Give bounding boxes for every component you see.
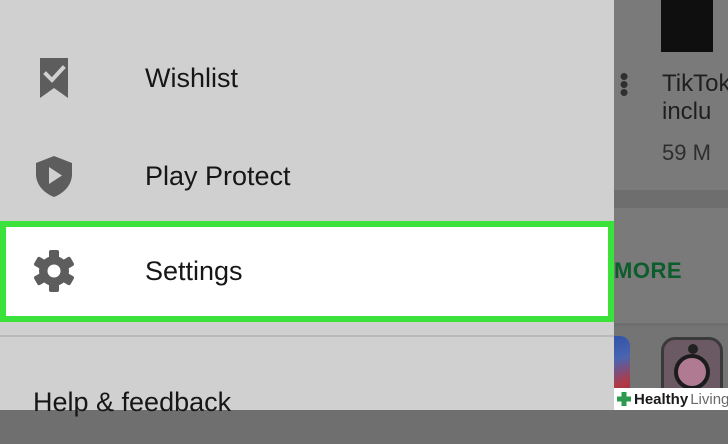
app-title: TikTok inclu [662, 70, 728, 125]
menu-item-wishlist[interactable]: Wishlist [0, 29, 614, 127]
menu-item-label: Wishlist [145, 63, 238, 93]
app-thumbnail [661, 0, 713, 52]
plus-icon [617, 392, 631, 406]
menu-item-play-protect[interactable]: Play Protect [0, 127, 614, 225]
app-size: 59 M [662, 140, 711, 165]
bookmark-check-icon [32, 56, 76, 100]
divider [0, 335, 614, 337]
watermark: Healthy Living [614, 388, 728, 410]
more-link[interactable]: MORE [614, 258, 682, 284]
menu-item-label: Settings [145, 256, 243, 286]
watermark-brand: Healthy [634, 390, 689, 408]
menu-item-label: Play Protect [145, 161, 291, 191]
watermark-brand-suffix: Living [690, 390, 728, 408]
menu-item-help-feedback[interactable]: Help & feedback [0, 360, 614, 420]
shield-play-icon [32, 154, 76, 198]
navigation-drawer: Wishlist Play Protect Settings Help & fe… [0, 0, 614, 417]
menu-item-settings[interactable]: Settings [0, 221, 614, 322]
gear-icon [32, 249, 76, 293]
menu-item-label: Help & feedback [33, 387, 232, 417]
more-options-icon[interactable]: • • • [618, 63, 630, 105]
